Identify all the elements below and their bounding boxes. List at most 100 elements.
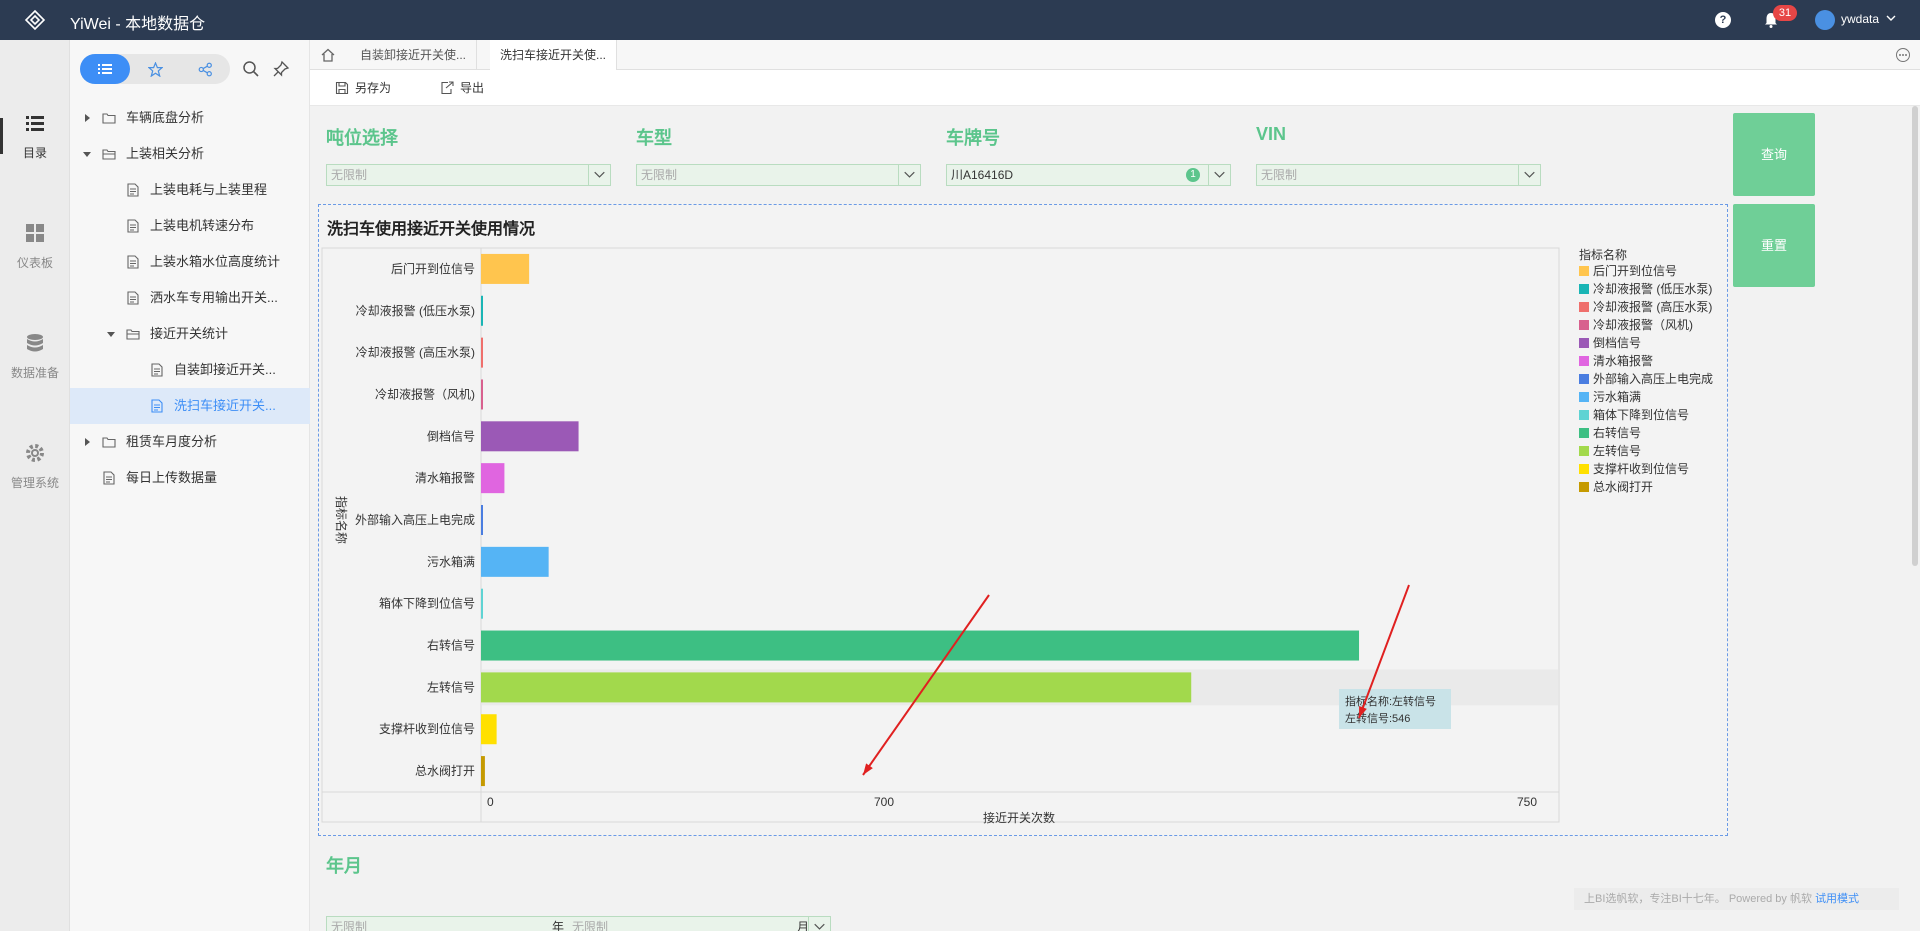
query-button[interactable]: 查询 <box>1733 113 1815 196</box>
selected-count-badge: 1 <box>1186 168 1200 182</box>
list-icon <box>98 64 112 74</box>
y-tick-label: 外部输入高压上电完成 <box>355 512 475 527</box>
chart-widget[interactable]: 洗扫车使用接近开关使用情况 指标名称 后门开到位信号 冷却液报警 (低压水泵) 冷却液… <box>318 204 1728 836</box>
folder-open-icon <box>102 149 116 160</box>
tree-node[interactable]: 接近开关统计 <box>70 316 310 352</box>
tree-node[interactable]: 上装电耗与上装里程 <box>70 172 310 208</box>
folder-icon <box>102 113 116 124</box>
month-value: 无限制 <box>572 920 609 931</box>
reset-button[interactable]: 重置 <box>1733 204 1815 287</box>
legend-item: 箱体下降到位信号 <box>1593 407 1689 422</box>
tree-node[interactable]: 车辆底盘分析 <box>70 100 310 136</box>
tree-node[interactable]: 租赁车月度分析 <box>70 424 310 460</box>
legend-swatch <box>1579 392 1589 402</box>
star-icon <box>146 61 164 78</box>
folder-icon <box>102 437 116 448</box>
y-tick-label: 冷却液报警（风机) <box>375 386 475 401</box>
more-icon[interactable] <box>1895 47 1911 63</box>
user-name[interactable]: ywdata <box>1841 12 1879 26</box>
chevron-down-icon[interactable] <box>1885 12 1897 24</box>
favorites-button[interactable] <box>130 54 180 84</box>
tab-zizhuangxie[interactable]: 自装卸接近开关使... <box>350 40 478 70</box>
tonnage-value: 无限制 <box>331 168 368 182</box>
report-file-icon <box>127 255 139 269</box>
rail-item-dashboard[interactable]: 仪表板 <box>0 190 70 300</box>
model-select[interactable]: 无限制 <box>636 164 921 186</box>
caret-down-icon[interactable] <box>106 329 116 339</box>
plot-frame <box>321 247 1560 823</box>
trial-mode-link[interactable]: 试用模式 <box>1815 893 1859 905</box>
pin-icon[interactable] <box>272 60 290 78</box>
tree-node-label: 上装水箱水位高度统计 <box>150 254 281 269</box>
caret-right-icon[interactable] <box>82 113 92 123</box>
help-icon[interactable]: ? <box>1715 12 1731 28</box>
tree-node[interactable]: 上装相关分析 <box>70 136 310 172</box>
tree-node[interactable]: 上装电机转速分布 <box>70 208 310 244</box>
share-button[interactable] <box>180 54 230 84</box>
export-button[interactable]: 导出 <box>440 70 500 106</box>
plate-label: 车牌号 <box>946 128 1000 148</box>
tonnage-select[interactable]: 无限制 <box>326 164 611 186</box>
rail-item-catalog[interactable]: 目录 <box>0 80 70 190</box>
y-tick-label: 冷却液报警 (高压水泵) <box>356 345 475 360</box>
chevron-down-icon[interactable] <box>898 165 920 185</box>
bar <box>481 379 483 410</box>
search-icon[interactable] <box>242 60 260 78</box>
caret-right-icon[interactable] <box>82 437 92 447</box>
legend-item: 后门开到位信号 <box>1593 263 1677 278</box>
legend-item: 冷却液报警 (高压水泵) <box>1593 299 1712 314</box>
list-view-button[interactable] <box>80 54 130 84</box>
bar <box>481 588 483 619</box>
powered-by-footer: 上BI选帆软，专注BI十七年。 Powered by 帆软 试用模式 <box>1574 888 1899 910</box>
save-as-label: 另存为 <box>355 81 392 95</box>
folder-open-icon <box>126 329 140 340</box>
list-icon <box>26 116 44 131</box>
catalog-tree: 车辆底盘分析 上装相关分析 上装电耗与上装里程 上装电机转速分布 上装水箱水位高… <box>70 40 310 931</box>
plate-select[interactable]: 川A16416D 1 <box>946 164 1231 186</box>
bar <box>481 463 505 494</box>
home-icon[interactable] <box>320 47 336 63</box>
rail-label: 目录 <box>22 146 47 160</box>
tree-node[interactable]: 自装卸接近开关... <box>70 352 310 388</box>
vin-select[interactable]: 无限制 <box>1256 164 1541 186</box>
tree-node[interactable]: 洒水车专用输出开关... <box>70 280 310 316</box>
y-tick-label: 污水箱满 <box>427 554 475 569</box>
legend-swatch <box>1579 320 1589 330</box>
avatar[interactable] <box>1815 10 1835 30</box>
legend-swatch <box>1579 446 1589 456</box>
report-file-icon <box>127 291 139 305</box>
save-as-button[interactable]: 另存为 <box>335 70 405 106</box>
export-icon <box>441 81 454 95</box>
y-tick-label: 倒档信号 <box>427 429 475 443</box>
bar <box>481 337 483 368</box>
report-file-icon <box>151 399 163 413</box>
bar <box>481 714 497 745</box>
legend-title: 指标名称 <box>1579 247 1627 262</box>
rail-item-data-prep[interactable]: 数据准备 <box>0 300 70 410</box>
tree-node-label: 接近开关统计 <box>150 326 229 341</box>
chevron-down-icon[interactable] <box>588 165 610 185</box>
bar <box>481 756 485 787</box>
vertical-scrollbar[interactable] <box>1912 106 1918 566</box>
tree-node[interactable]: 每日上传数据量 <box>70 460 310 496</box>
caret-down-icon[interactable] <box>82 149 92 159</box>
x-axis-title: 接近开关次数 <box>983 810 1055 825</box>
legend-item: 外部输入高压上电完成 <box>1593 371 1713 386</box>
tab-xisaoche[interactable]: 洗扫车接近开关使... <box>490 40 618 70</box>
app-title: YiWei - 本地数据仓 <box>70 16 206 33</box>
legend-swatch <box>1579 302 1589 312</box>
rail-item-admin[interactable]: 管理系统 <box>0 410 70 520</box>
chevron-down-icon[interactable] <box>1208 165 1230 185</box>
bar-chart[interactable]: 指标名称后门开到位信号冷却液报警 (低压水泵)冷却液报警 (高压水泵)冷却液报警… <box>319 205 1727 835</box>
logo-icon[interactable] <box>24 9 46 31</box>
tree-node-selected[interactable]: 洗扫车接近开关... <box>70 388 310 424</box>
tree-node[interactable]: 上装水箱水位高度统计 <box>70 244 310 280</box>
yearmonth-select[interactable]: 无限制 年 无限制 月 <box>326 916 831 931</box>
chevron-down-icon[interactable] <box>1518 165 1540 185</box>
dashboard-icon <box>26 224 44 242</box>
bar <box>481 421 579 452</box>
tree-node-label: 洗扫车接近开关... <box>174 398 276 413</box>
chevron-down-icon[interactable] <box>808 917 830 931</box>
tree-node-label: 上装电耗与上装里程 <box>150 182 268 197</box>
tree-node-label: 车辆底盘分析 <box>126 110 205 125</box>
